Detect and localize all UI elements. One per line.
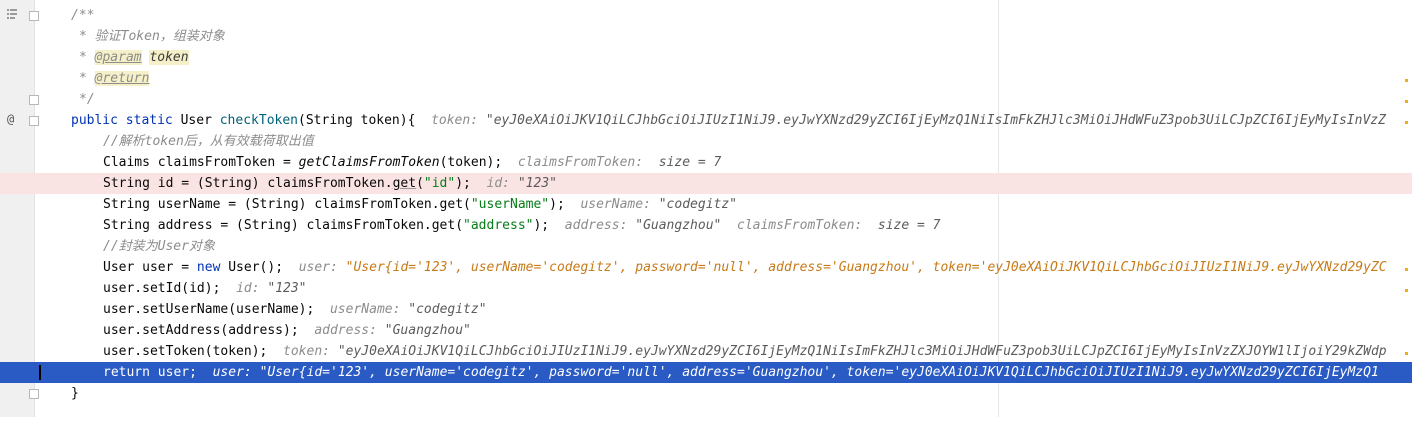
code-text: user.setAddress(address); xyxy=(103,323,299,338)
doc-description: 验证Token，组装对象 xyxy=(94,29,225,44)
inline-debug-hint-label: address: xyxy=(564,218,636,233)
inline-debug-hint-value[interactable]: "User{id='123', userName='codegitz', pas… xyxy=(260,365,1379,380)
code-line[interactable]: Claims claimsFromToken = getClaimsFromTo… xyxy=(0,152,1412,173)
inline-debug-hint-value[interactable]: size = 7 xyxy=(659,155,722,170)
code-line[interactable]: user.setId(id); id: "123" xyxy=(0,278,1412,299)
inline-debug-hint-value[interactable]: "codegitz" xyxy=(408,302,486,317)
inline-debug-hint-value[interactable]: "User{id='123', userName='codegitz', pas… xyxy=(346,260,1387,275)
code-text: user; xyxy=(149,365,197,380)
inline-debug-hint-label: user: xyxy=(298,260,346,275)
line-comment: //解析token后，从有效载荷取出值 xyxy=(103,134,314,149)
code-text: user.setToken(token); xyxy=(103,344,268,359)
code-line[interactable]: } xyxy=(0,383,1412,404)
inline-debug-hint-label: token: xyxy=(283,344,338,359)
keyword-return: return xyxy=(103,365,150,380)
doc-comment-open: /** xyxy=(71,8,95,23)
inline-debug-hint-value[interactable]: "eyJ0eXAiOiJKV1QiLCJhbGciOiJIUzI1NiJ9.ey… xyxy=(338,344,1387,359)
code-line[interactable]: */ xyxy=(0,89,1412,110)
inline-debug-hint-label: id: xyxy=(236,281,268,296)
doc-return-tag: @return xyxy=(94,71,150,86)
code-line[interactable]: * @param token xyxy=(0,47,1412,68)
inline-debug-hint-label: address: xyxy=(314,323,385,338)
code-text: String id = (String) claimsFromToken. xyxy=(103,176,393,191)
text-caret xyxy=(39,365,41,380)
code-line[interactable]: //封装为User对象 xyxy=(0,236,1412,257)
code-line[interactable]: * 验证Token，组装对象 xyxy=(0,26,1412,47)
code-line-execution-point[interactable]: return user; user: "User{id='123', userN… xyxy=(0,362,1412,383)
code-line[interactable]: user.setUserName(userName); userName: "c… xyxy=(0,299,1412,320)
inline-debug-hint-value[interactable]: "Guangzhou" xyxy=(385,323,471,338)
code-text: String address = (String) claimsFromToke… xyxy=(103,218,464,233)
inline-debug-hint-value[interactable]: size = 7 xyxy=(878,218,941,233)
code-line[interactable]: String userName = (String) claimsFromTok… xyxy=(0,194,1412,215)
inline-debug-hint-label: token: xyxy=(431,113,486,128)
code-line[interactable]: /** xyxy=(0,5,1412,26)
code-text: Claims claimsFromToken = xyxy=(103,155,299,170)
inline-debug-hint-label: user: xyxy=(212,365,260,380)
code-text: User(); xyxy=(220,260,284,275)
inline-debug-hint-label: userName: xyxy=(580,197,659,212)
code-text: (token); xyxy=(439,155,503,170)
code-text: ( xyxy=(416,176,424,191)
inline-debug-hint-value[interactable]: "123" xyxy=(518,176,557,191)
method-params: (String token){ xyxy=(298,113,416,128)
line-comment: //封装为User对象 xyxy=(103,239,215,254)
code-line[interactable]: String address = (String) claimsFromToke… xyxy=(0,215,1412,236)
keyword-new: new xyxy=(196,260,221,275)
doc-param-name: token xyxy=(149,50,189,65)
inline-debug-hint-label: claimsFromToken: xyxy=(517,155,659,170)
inline-debug-hint-label: id: xyxy=(486,176,518,191)
keyword-public: public xyxy=(71,113,118,128)
doc-comment-close: */ xyxy=(79,92,95,107)
string-literal: "id" xyxy=(423,176,456,191)
inline-debug-hint-value[interactable]: "codegitz" xyxy=(659,197,737,212)
return-type: User xyxy=(172,113,220,128)
code-text: ); xyxy=(533,218,550,233)
closing-brace: } xyxy=(71,386,79,401)
string-literal: "userName" xyxy=(470,197,550,212)
method-call[interactable]: get xyxy=(393,176,416,191)
code-text: ); xyxy=(455,176,471,191)
inline-debug-hint-label: claimsFromToken: xyxy=(737,218,878,233)
code-line-signature[interactable]: public static User checkToken(String tok… xyxy=(0,110,1412,131)
code-line[interactable]: user.setToken(token); token: "eyJ0eXAiOi… xyxy=(0,341,1412,362)
doc-star: * xyxy=(79,29,95,44)
code-text: user.setId(id); xyxy=(103,281,221,296)
code-text: User user = xyxy=(103,260,197,275)
inline-debug-hint-value[interactable]: "Guangzhou" xyxy=(635,218,721,233)
code-text: user.setUserName(userName); xyxy=(103,302,315,317)
code-text: String userName = (String) claimsFromTok… xyxy=(103,197,471,212)
method-name[interactable]: checkToken xyxy=(220,113,298,128)
keyword-static: static xyxy=(125,113,173,128)
method-call[interactable]: getClaimsFromToken xyxy=(299,155,440,170)
code-line[interactable]: * @return xyxy=(0,68,1412,89)
code-line[interactable]: //解析token后，从有效载荷取出值 xyxy=(0,131,1412,152)
inline-debug-hint-label: userName: xyxy=(329,302,409,317)
code-line[interactable]: User user = new User(); user: "User{id='… xyxy=(0,257,1412,278)
code-line-breakpoint[interactable]: String id = (String) claimsFromToken.get… xyxy=(0,173,1412,194)
code-text: ); xyxy=(549,197,565,212)
doc-param-tag: @param xyxy=(94,50,142,65)
string-literal: "address" xyxy=(463,218,534,233)
code-line[interactable]: user.setAddress(address); address: "Guan… xyxy=(0,320,1412,341)
inline-debug-hint-value[interactable]: "eyJ0eXAiOiJKV1QiLCJhbGciOiJIUzI1NiJ9.ey… xyxy=(486,113,1386,128)
inline-debug-hint-value[interactable]: "123" xyxy=(267,281,306,296)
